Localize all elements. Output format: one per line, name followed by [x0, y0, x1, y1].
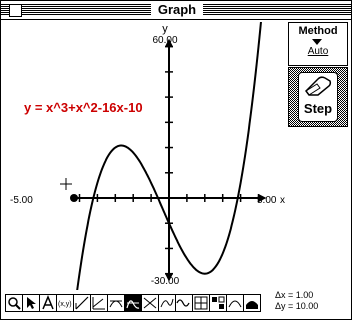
crosshair-cursor [60, 178, 72, 190]
delta-readout: Δx = 1.00 Δy = 10.00 [275, 290, 318, 312]
tool-button[interactable] [209, 294, 227, 312]
x-axis-label: x [280, 195, 285, 206]
tool-button[interactable] [22, 294, 40, 312]
curve-tool-icon [228, 300, 242, 308]
area-tool-icon [246, 301, 258, 309]
tool-button[interactable] [192, 294, 210, 312]
tool-button[interactable] [39, 294, 57, 312]
tool-button[interactable] [5, 294, 23, 312]
equation-label[interactable]: y = x^3+x^2-16x-10 [24, 100, 143, 115]
line-tool-icon [75, 296, 89, 310]
x-min-label: -5.00 [10, 195, 33, 206]
step-label: Step [303, 101, 333, 116]
y-max-label: 60.00 [152, 35, 177, 46]
tool-button[interactable]: (x,y) [56, 294, 74, 312]
tool-button[interactable] [226, 294, 244, 312]
method-label: Method [298, 25, 338, 37]
arrow-tool-icon [27, 297, 36, 309]
step-panel: Step [288, 67, 348, 127]
table-tool-icon [194, 296, 208, 310]
delta-y-label: Δy = 10.00 [275, 301, 319, 311]
graph-window: Graph y 60.00 -30.00 -5.00 5.00 x y = x^… [0, 0, 352, 320]
tool-button[interactable] [90, 294, 108, 312]
x-max-label: 5.00 [257, 195, 277, 206]
intersection-tool-icon [143, 297, 157, 309]
window-title: Graph [151, 2, 203, 18]
graph-canvas[interactable]: y 60.00 -30.00 -5.00 5.00 x y = x^3+x^2-… [5, 0, 285, 320]
tool-button[interactable] [124, 294, 142, 312]
method-value[interactable]: Auto [289, 46, 347, 57]
data-tool-icon [212, 296, 225, 309]
dropdown-arrow-icon[interactable] [312, 39, 322, 45]
root-tool-icon [126, 300, 140, 309]
tool-button[interactable] [73, 294, 91, 312]
function-tool-icon [160, 298, 174, 308]
point-coordinates-tool-icon: (x,y) [58, 301, 72, 308]
close-box[interactable] [9, 4, 22, 17]
y-axis-label: y [162, 23, 168, 35]
slope-tool-icon [92, 297, 105, 310]
zoom-tool-icon [8, 297, 21, 310]
tool-button[interactable] [107, 294, 125, 312]
text-tool-icon [42, 295, 54, 310]
title-bar[interactable]: Graph [1, 1, 351, 20]
tool-button[interactable] [175, 294, 193, 312]
eraser-icon [305, 76, 332, 96]
method-panel[interactable]: Method Auto [288, 22, 348, 66]
svg-text:(x,y): (x,y) [58, 301, 72, 308]
tool-button[interactable] [158, 294, 176, 312]
y-min-label: -30.00 [151, 276, 180, 287]
tool-button[interactable] [141, 294, 159, 312]
tool-button[interactable] [243, 294, 261, 312]
step-button[interactable]: Step [298, 72, 338, 122]
tangent-tool-icon [109, 300, 123, 308]
delta-x-label: Δx = 1.00 [275, 290, 314, 300]
root-point [70, 194, 78, 202]
wave-tool-icon [176, 299, 190, 307]
